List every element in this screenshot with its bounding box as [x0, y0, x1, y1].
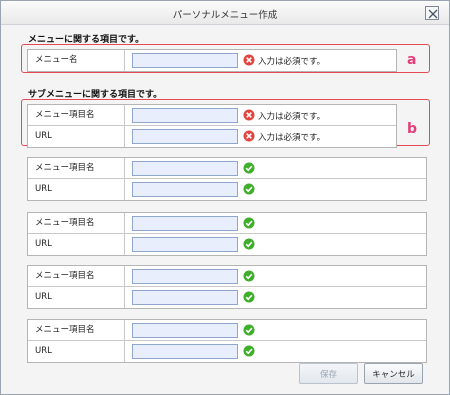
menu-name-status: 入力は必須です。 [243, 54, 325, 68]
menu-name-label: メニュー名 [28, 50, 125, 71]
submenu-url-status [243, 238, 255, 252]
error-x-circle-icon [243, 130, 255, 145]
submenu-item-name-status [243, 162, 255, 176]
submenu-url-status [243, 183, 255, 197]
dialog-titlebar: パーソナルメニュー作成 [1, 1, 449, 25]
submenu-group: メニュー項目名 URL [27, 157, 427, 201]
submenu-item-name-status [243, 270, 255, 284]
check-circle-icon [243, 324, 255, 339]
submenu-url-label: URL [28, 179, 125, 200]
submenu-url-status [243, 291, 255, 305]
submenu-url-input[interactable] [132, 129, 238, 144]
check-circle-icon [243, 183, 255, 198]
callout-b-letter: b [407, 121, 418, 137]
submenu-item-name-row: メニュー項目名 入力は必須です。 [28, 105, 396, 126]
submenu-item-name-label: メニュー項目名 [28, 213, 125, 233]
submenu-url-label: URL [28, 126, 125, 147]
submenu-url-input[interactable] [132, 290, 238, 305]
check-circle-icon [243, 270, 255, 285]
cancel-button[interactable]: キャンセル [364, 363, 423, 384]
check-circle-icon [243, 162, 255, 177]
submenu-url-input[interactable] [132, 182, 238, 197]
submenu-url-label: URL [28, 234, 125, 255]
submenu-url-input[interactable] [132, 344, 238, 359]
submenu-url-status-text: 入力は必須です。 [258, 133, 326, 143]
submenu-item-name-label: メニュー項目名 [28, 105, 125, 125]
submenu-item-name-input[interactable] [132, 161, 238, 176]
submenu-item-name-input[interactable] [132, 216, 238, 231]
submenu-item-name-status-text: 入力は必須です。 [258, 112, 326, 122]
check-circle-icon [243, 291, 255, 306]
menu-name-group: メニュー名 入力は必須です。 [27, 49, 397, 72]
submenu-item-name-label: メニュー項目名 [28, 266, 125, 286]
submenu-url-row: URL [28, 234, 426, 255]
submenu-url-label: URL [28, 341, 125, 362]
submenu-url-label: URL [28, 287, 125, 308]
close-x-icon [428, 9, 438, 19]
submenu-url-status: 入力は必須です。 [243, 130, 325, 144]
submenu-url-status [243, 345, 255, 359]
submenu-item-name-row: メニュー項目名 [28, 266, 426, 287]
submenu-item-name-input[interactable] [132, 323, 238, 338]
submenu-item-name-row: メニュー項目名 [28, 213, 426, 234]
submenu-item-name-label: メニュー項目名 [28, 158, 125, 178]
submenu-item-name-status [243, 324, 255, 338]
submenu-url-row: URL [28, 287, 426, 308]
save-button[interactable]: 保存 [299, 363, 358, 384]
submenu-item-name-label: メニュー項目名 [28, 320, 125, 340]
check-circle-icon [243, 217, 255, 232]
close-button[interactable] [425, 6, 439, 20]
check-circle-icon [243, 238, 255, 253]
submenu-group: メニュー項目名 URL [27, 265, 427, 309]
submenu-url-row: URL 入力は必須です。 [28, 126, 396, 147]
submenu-item-name-row: メニュー項目名 [28, 158, 426, 179]
submenu-item-name-input[interactable] [132, 269, 238, 284]
submenu-item-name-status [243, 217, 255, 231]
callout-a-letter: a [407, 52, 417, 68]
menu-name-row: メニュー名 入力は必須です。 [28, 50, 396, 71]
submenu-url-row: URL [28, 179, 426, 200]
submenu-group: メニュー項目名 URL [27, 319, 427, 363]
personal-menu-dialog: パーソナルメニュー作成 メニューに関する項目です。 a メニュー名 入力は必須で… [0, 0, 450, 395]
submenu-item-name-status: 入力は必須です。 [243, 109, 325, 123]
dialog-title: パーソナルメニュー作成 [172, 10, 278, 21]
submenu-item-name-input[interactable] [132, 108, 238, 123]
submenu-url-row: URL [28, 341, 426, 362]
menu-name-status-text: 入力は必須です。 [258, 57, 326, 67]
submenu-group: メニュー項目名 URL [27, 212, 427, 256]
submenu-url-input[interactable] [132, 237, 238, 252]
menu-name-input[interactable] [132, 53, 238, 68]
submenu-item-name-row: メニュー項目名 [28, 320, 426, 341]
submenu-group: メニュー項目名 入力は必須です。 URL 入力は必須です。 [27, 104, 397, 148]
error-x-circle-icon [243, 109, 255, 124]
error-x-circle-icon [243, 54, 255, 69]
check-circle-icon [243, 345, 255, 360]
